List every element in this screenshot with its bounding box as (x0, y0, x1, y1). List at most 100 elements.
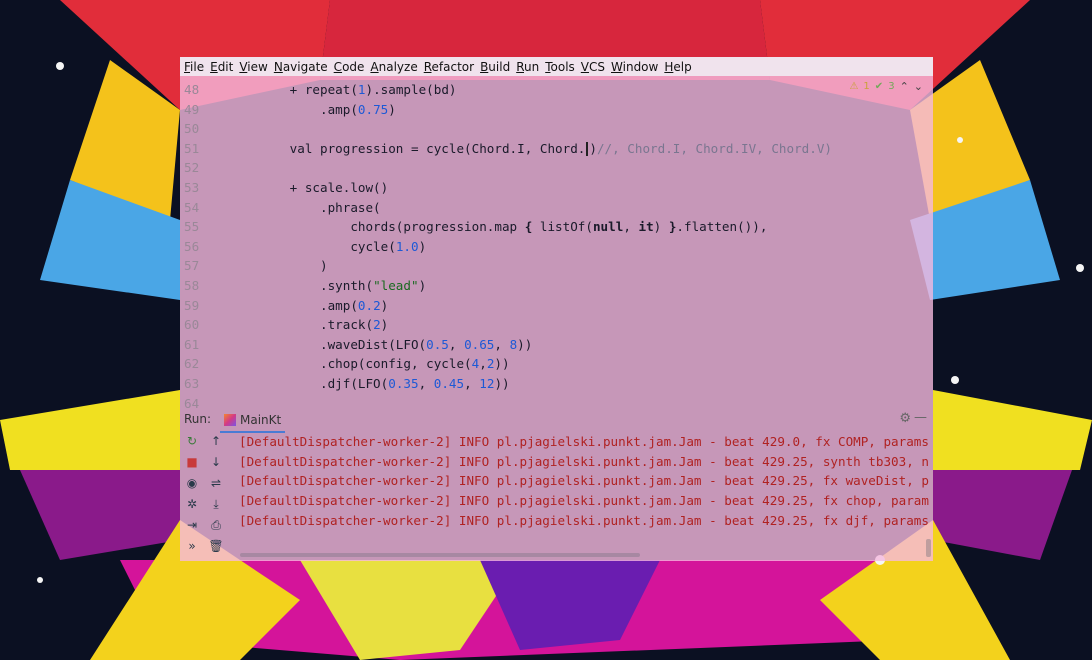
code-token: ).sample(bd) (365, 82, 457, 97)
next-highlight-icon[interactable]: ⌄ (914, 80, 923, 93)
camera-icon[interactable]: ◉ (184, 475, 200, 491)
log-line: [DefaultDispatcher-worker-2] INFO pl.pja… (239, 493, 929, 509)
code-token: ) (229, 258, 328, 274)
scroll-to-end-icon[interactable]: ⤓ (208, 496, 224, 512)
line-number: 61 (184, 336, 200, 352)
code-line[interactable]: chords(progression.map { listOf(null, it… (229, 217, 767, 237)
code-token: ) (388, 101, 396, 117)
line-number: 57 (184, 258, 200, 274)
menu-vcs[interactable]: VCS (581, 60, 605, 74)
stop-icon[interactable]: ■ (184, 454, 200, 470)
code-token: //, Chord.I, Chord.IV, Chord.V) (596, 140, 832, 156)
line-number: 49 (184, 101, 200, 117)
debug-icon[interactable]: ✲ (184, 496, 200, 512)
code-token: , (464, 376, 480, 391)
code-token: 0.65 (464, 336, 495, 352)
warning-count: 1 (863, 81, 870, 92)
inspection-widget[interactable]: ⚠ 1 ✔ 3 ⌃ ⌄ (849, 80, 923, 93)
code-token: listOf( (532, 219, 593, 235)
menu-help[interactable]: Help (664, 60, 691, 74)
code-line[interactable]: .phrase( (229, 198, 381, 218)
line-number: 58 (184, 278, 200, 293)
code-line[interactable]: .djf(LFO(0.35, 0.45, 12)) (229, 374, 510, 394)
menu-build[interactable]: Build (480, 60, 510, 74)
line-number: 63 (184, 376, 200, 391)
code-token: .phrase( (229, 199, 381, 215)
line-number: 56 (184, 238, 200, 254)
code-token: .flatten()), (676, 219, 768, 235)
print-icon[interactable]: ⎙ (208, 517, 224, 533)
code-line[interactable]: ) (229, 256, 328, 276)
code-line[interactable]: .waveDist(LFO(0.5, 0.65, 8)) (229, 335, 532, 355)
code-line[interactable]: val progression = cycle(Chord.I, Chord.)… (229, 139, 832, 159)
code-token: null (592, 219, 624, 235)
line-number: 48 (184, 82, 200, 97)
code-token: .waveDist(LFO( (229, 336, 427, 352)
code-line[interactable]: .amp(0.75) (229, 100, 396, 120)
run-tool-window-header: Run: MainKt ⚙ — (180, 409, 933, 433)
code-line[interactable]: .track(2) (229, 315, 388, 335)
menu-navigate[interactable]: Navigate (274, 60, 328, 74)
code-token: .track( (229, 317, 374, 333)
trash-icon[interactable]: 🗑 (208, 538, 224, 554)
code-token: cycle( (229, 238, 396, 254)
code-token: )) (494, 376, 510, 391)
code-token: ) (418, 238, 427, 254)
line-number: 59 (184, 297, 200, 313)
code-token: .chop(config, cycle( (229, 356, 472, 372)
code-line[interactable]: + repeat(1).sample(bd) (229, 80, 457, 100)
menu-tools[interactable]: Tools (545, 60, 575, 74)
run-console[interactable]: ↻ ■ ◉ ✲ ⇥ » ↑ ↓ ⇌ ⤓ ⎙ 🗑 [DefaultDispatcher-worker-… (180, 429, 933, 561)
exit-icon[interactable]: ⇥ (184, 517, 200, 533)
scroll-down-icon[interactable]: ↓ (208, 454, 224, 470)
menu-code[interactable]: Code (334, 60, 365, 74)
scroll-up-icon[interactable]: ↑ (208, 433, 224, 449)
horizontal-scrollbar[interactable] (240, 553, 640, 557)
code-token: + repeat( (229, 82, 358, 97)
hide-icon[interactable]: — (914, 410, 927, 425)
menu-run[interactable]: Run (516, 60, 539, 74)
code-token: it (638, 219, 654, 235)
line-number: 62 (184, 356, 200, 372)
menu-window[interactable]: Window (611, 60, 658, 74)
menu-file[interactable]: File (184, 60, 204, 74)
line-number: 51 (184, 140, 200, 156)
code-token: chords(progression.map (229, 219, 525, 235)
ide-window: File Edit View Navigate Code Analyze Refactor B… (180, 57, 933, 561)
code-token: 0.45 (433, 376, 465, 391)
vertical-scrollbar[interactable] (926, 539, 931, 557)
line-number: 60 (184, 317, 200, 333)
code-token: val progression = cycle(Chord.I, Chord. (229, 140, 586, 156)
log-line: [DefaultDispatcher-worker-2] INFO pl.pja… (239, 512, 929, 528)
code-token: 2 (373, 317, 381, 333)
menu-refactor[interactable]: Refactor (424, 60, 474, 74)
code-line[interactable]: cycle(1.0) (229, 237, 426, 257)
code-token: , (494, 336, 510, 352)
code-token: .amp( (229, 297, 358, 313)
code-token: )) (494, 356, 510, 372)
code-line[interactable]: .synth("lead") (229, 276, 426, 296)
code-token: .synth( (229, 278, 374, 293)
rerun-icon[interactable]: ↻ (184, 433, 200, 449)
more-icon[interactable]: » (184, 538, 200, 554)
previous-highlight-icon[interactable]: ⌃ (900, 80, 909, 93)
menu-edit[interactable]: Edit (210, 60, 233, 74)
warning-icon: ⚠ (849, 81, 859, 92)
menu-analyze[interactable]: Analyze (370, 60, 417, 74)
code-token: "lead" (373, 278, 419, 293)
code-token: 1.0 (395, 238, 419, 254)
tab-label: MainKt (240, 413, 282, 427)
menu-view[interactable]: View (239, 60, 267, 74)
code-token: , (448, 336, 465, 352)
gear-icon[interactable]: ⚙ (899, 411, 911, 426)
soft-wrap-icon[interactable]: ⇌ (208, 475, 224, 491)
code-editor[interactable]: ⚠ 1 ✔ 3 ⌃ ⌄ 48 + repeat(1).sample(bd) 49 … (180, 77, 933, 411)
code-token: + scale.low() (229, 180, 389, 195)
code-line[interactable]: + scale.low() (229, 178, 389, 198)
code-line[interactable]: .chop(config, cycle(4,2)) (229, 354, 510, 374)
code-token: , (479, 356, 487, 372)
line-number: 55 (184, 219, 200, 235)
code-token: 0.35 (388, 376, 419, 391)
code-line[interactable]: .amp(0.2) (229, 296, 388, 316)
check-icon: ✔ (874, 81, 884, 92)
